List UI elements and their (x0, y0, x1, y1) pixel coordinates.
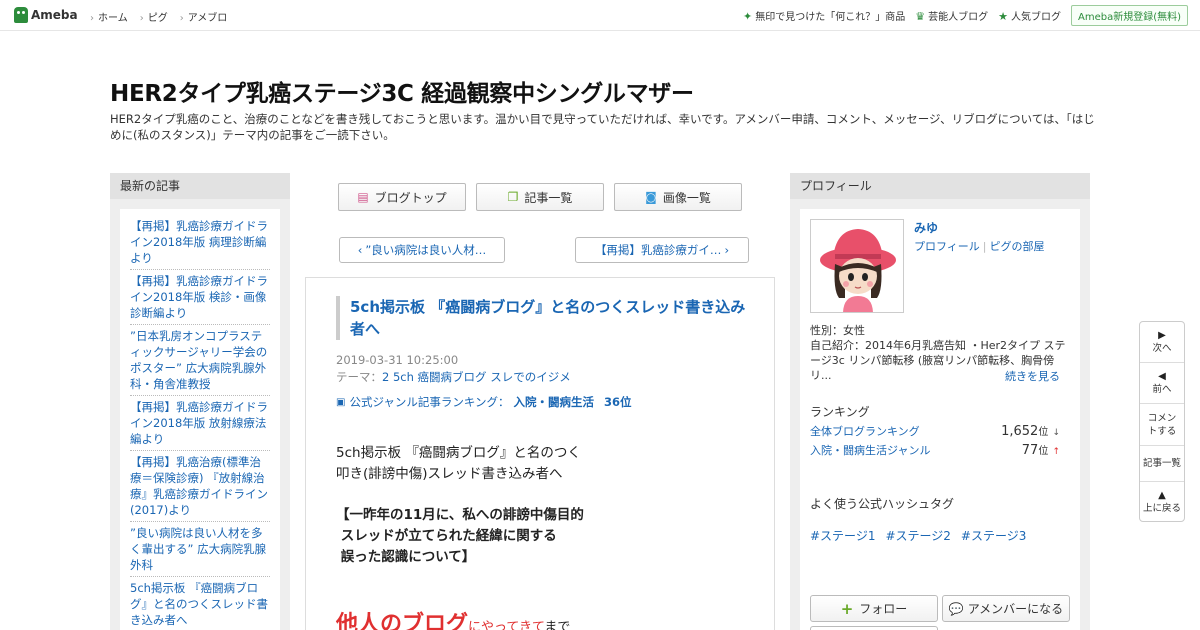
image-list-button[interactable]: ◙ 画像一覧 (614, 183, 742, 211)
global-nav: ホーム ピグ アメブロ (90, 9, 227, 24)
profile-heading: プロフィール (790, 173, 1090, 199)
next-article-link[interactable]: 【再掲】乳癌診療ガイ… › (575, 237, 749, 263)
article-highlight-line: 他人のブログにやってきてまで (336, 612, 571, 630)
rank-up-icon: ↑ (1052, 447, 1060, 457)
profile-links: プロフィール | ピグの部屋 (914, 238, 1045, 254)
recent-article-item[interactable]: ”良い病院は良い人材を多く輩出する” 広大病院乳腺外科 (130, 522, 270, 577)
genre-ranking-link[interactable]: 入院・闘病生活ジャンル (810, 442, 930, 458)
recent-articles-list: 【再掲】乳癌診療ガイドライン2018年版 病理診断編より 【再掲】乳癌診療ガイド… (120, 209, 280, 630)
chevron-right-icon: › (724, 243, 730, 257)
blog-description: HER2タイプ乳癌のこと、治療のことなどを書き残しておこうと思います。温かい目で… (110, 112, 1095, 142)
blog-title[interactable]: HER2タイプ乳癌ステージ3C 経過観察中シングルマザー (110, 74, 694, 108)
article-body-intro: 5ch掲示板 『癌闘病ブログ』と名のつく 叩き(誹謗中傷)スレッド書き込み者へ (336, 445, 581, 482)
nav-ameblo[interactable]: アメブロ (180, 9, 228, 24)
see-more-link[interactable]: 続きを見る (1005, 368, 1060, 384)
profile-gender: 性別：女性 (810, 324, 865, 337)
copy-icon: ❐ (507, 190, 519, 204)
follow-button[interactable]: + フォロー (810, 595, 938, 622)
nav-pigg[interactable]: ピグ (140, 9, 168, 24)
sparkle-icon: ✦ (743, 10, 753, 23)
genre-ranking-row: 入院・闘病生活ジャンル 77位 ↑ (810, 442, 1060, 458)
profile-box: みゆ プロフィール | ピグの部屋 性別：女性 自己紹介：2014年6月乳癌告知 ・… (800, 209, 1080, 630)
article-title[interactable]: 5ch掲示板 『癌闘病ブログ』と名のつくスレッド書き込み者へ (336, 296, 746, 340)
recent-article-item[interactable]: 5ch掲示板 『癌闘病ブログ』と名のつくスレッド書き込み者へ (130, 577, 270, 630)
profile-name[interactable]: みゆ (914, 219, 938, 236)
ameba-logo[interactable]: Ameba (14, 7, 78, 23)
article-theme: テーマ：2 5ch 癌闘病ブログ スレでのイジメ (336, 370, 571, 384)
document-icon: ▤ (357, 190, 369, 204)
amember-button[interactable]: 💬 アメンバーになる (942, 595, 1070, 622)
side-back-to-top-button[interactable]: ▲ 上に戻る (1140, 482, 1184, 521)
recent-articles-heading: 最新の記事 (110, 173, 290, 199)
profile-link[interactable]: プロフィール (914, 240, 980, 253)
signup-button[interactable]: Ameba新規登録(無料) (1070, 5, 1188, 26)
header-link-popular[interactable]: ★ 人気ブログ (998, 8, 1061, 23)
side-comment-button[interactable]: コメントする (1140, 404, 1184, 446)
header-link-muji[interactable]: ✦ 無印で見つけた「何これ？」商品 (743, 8, 905, 23)
avatar-image (811, 220, 903, 312)
article-ranking[interactable]: ▣ 公式ジャンル記事ランキング： 入院・闘病生活 36位 (336, 394, 632, 410)
article: 5ch掲示板 『癌闘病ブログ』と名のつくスレッド書き込み者へ 2019-03-3… (305, 277, 775, 630)
article-theme-link[interactable]: 2 5ch 癌闘病ブログ スレでのイジメ (382, 370, 571, 384)
crown-icon: ♛ (915, 10, 926, 23)
blog-nav-buttons: ▤ ブログトップ ❐ 記事一覧 ◙ 画像一覧 (338, 183, 742, 211)
genre-ranking-value: 77 (1021, 443, 1039, 458)
ranking-heading: ランキング (810, 405, 870, 419)
recent-article-item[interactable]: ”日本乳房オンコプラスティックサージャリー学会のポスター” 広大病院乳腺外科・角… (130, 325, 270, 396)
prev-article-link[interactable]: ‹ ”良い病院は良い人材… (339, 237, 505, 263)
avatar[interactable] (810, 219, 904, 313)
article-date: 2019-03-31 10:25:00 (336, 353, 459, 367)
chevron-left-icon: ‹ (357, 243, 363, 257)
recent-articles-panel: 最新の記事 【再掲】乳癌診療ガイドライン2018年版 病理診断編より 【再掲】乳… (110, 173, 290, 630)
star-icon: ★ (998, 10, 1008, 23)
global-header: Ameba ホーム ピグ アメブロ ✦無印で見つけた「何これ？」商品 ♛芸能人ブ… (0, 0, 1200, 31)
profile-panel: プロフィール みゆ プロフィール | ピグの部屋 性別：女性 自己紹介：2014… (790, 173, 1090, 630)
floating-side-nav: ▶ 次へ ◀ 前へ コメントする 記事一覧 ▲ 上に戻る (1139, 321, 1185, 522)
header-right-links: ✦ 無印で見つけた「何これ？」商品 ♛ 芸能人ブログ ★ 人気ブログ Ameba新規登… (743, 5, 1188, 26)
side-article-list-button[interactable]: 記事一覧 (1140, 446, 1184, 482)
overall-ranking-value: 1,652 (1001, 424, 1039, 439)
pigg-room-link[interactable]: ピグの部屋 (990, 240, 1045, 253)
overall-ranking-link[interactable]: 全体ブログランキング (810, 423, 920, 439)
camera-icon: ◙ (645, 190, 657, 204)
triangle-up-icon: ▲ (1158, 489, 1166, 501)
recent-article-item[interactable]: 【再掲】乳癌診療ガイドライン2018年版 放射線療法編より (130, 396, 270, 451)
hashtag-link[interactable]: #ステージ3 (961, 527, 1026, 544)
link-separator: | (982, 240, 987, 253)
ameba-logo-icon (14, 7, 28, 23)
header-link-celebrity[interactable]: ♛ 芸能人ブログ (915, 8, 988, 23)
recent-article-item[interactable]: 【再掲】乳癌診療ガイドライン2018年版 病理診断編より (130, 215, 270, 270)
recent-article-item[interactable]: 【再掲】乳癌治療(標準治療＝保険診療) 『放射線治療』乳癌診療ガイドライン(20… (130, 451, 270, 522)
hashtag-list: #ステージ1 #ステージ2 #ステージ3 (810, 527, 1026, 544)
plus-icon: + (840, 599, 854, 618)
play-right-icon: ▶ (1158, 330, 1166, 341)
side-next-button[interactable]: ▶ 次へ (1140, 322, 1184, 363)
ranking-icon: ▣ (336, 396, 346, 408)
side-prev-button[interactable]: ◀ 前へ (1140, 363, 1184, 404)
article-list-button[interactable]: ❐ 記事一覧 (476, 183, 604, 211)
article-bold-section: 【一昨年の11月に、私への誹謗中傷目的 スレッドが立てられた経緯に関する 誤った… (336, 507, 584, 565)
speech-bubble-icon: 💬 (948, 601, 964, 616)
play-left-icon: ◀ (1158, 371, 1166, 382)
rank-down-icon: ↓ (1052, 428, 1060, 438)
hashtag-heading: よく使う公式ハッシュタグ (810, 497, 955, 511)
hashtag-link[interactable]: #ステージ1 (810, 527, 875, 544)
hashtag-link[interactable]: #ステージ2 (885, 527, 950, 544)
blog-top-button[interactable]: ▤ ブログトップ (338, 183, 466, 211)
recent-article-item[interactable]: 【再掲】乳癌診療ガイドライン2018年版 検診・画像診断編より (130, 270, 270, 325)
overall-ranking-row: 全体ブログランキング 1,652位 ↓ (810, 423, 1060, 439)
more-action-button[interactable] (810, 626, 938, 630)
nav-home[interactable]: ホーム (90, 9, 128, 24)
